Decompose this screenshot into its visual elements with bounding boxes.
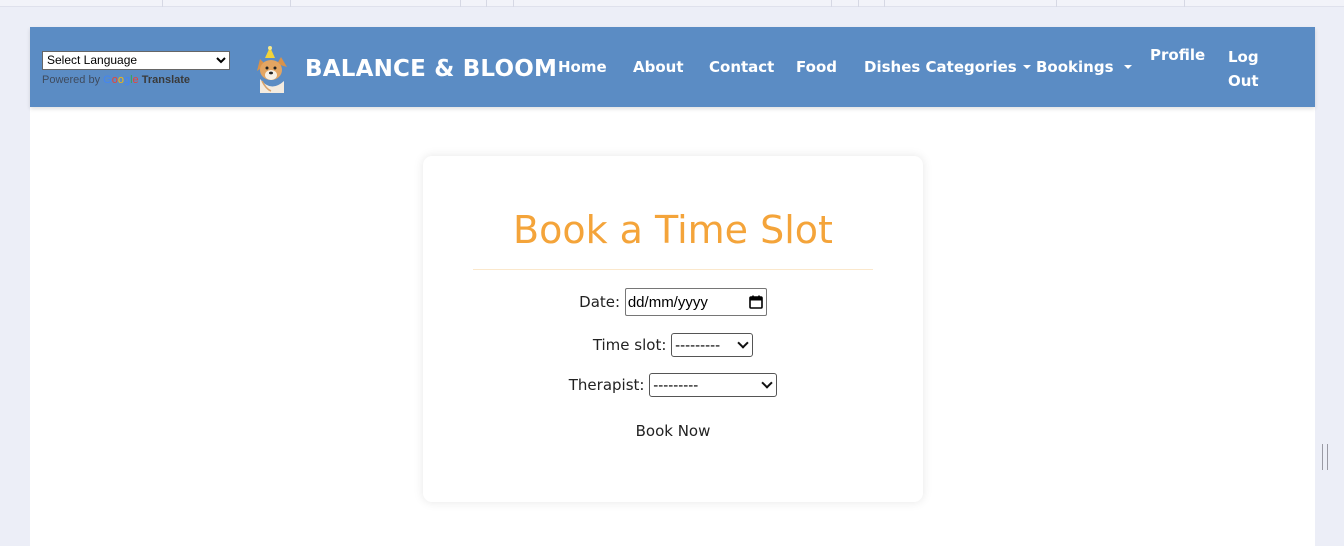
book-now-button[interactable]: Book Now [623, 422, 723, 440]
therapist-label: Therapist: [568, 376, 645, 394]
nav-contact[interactable]: Contact [709, 58, 774, 76]
page-title: Book a Time Slot [513, 208, 833, 252]
nav-dishes-categories-label: Dishes Categories [864, 58, 1017, 76]
nav-logout[interactable]: Log Out [1228, 45, 1268, 93]
calendar-icon[interactable] [749, 295, 763, 309]
page-container: Select Language Powered by Google Transl… [30, 27, 1315, 546]
caret-down-icon [1123, 65, 1132, 69]
nav-dishes-categories-dropdown[interactable]: Dishes Categories [864, 58, 1031, 76]
dog-logo-icon [257, 46, 287, 93]
scrollbar-handle[interactable] [1322, 444, 1328, 470]
google-logo-icon: Google [103, 73, 139, 86]
nav-food[interactable]: Food [796, 58, 837, 76]
therapist-select[interactable]: --------- [649, 373, 778, 397]
therapist-selected-value: --------- [653, 376, 699, 394]
therapist-row: Therapist: --------- [423, 373, 923, 397]
language-select[interactable]: Select Language [42, 50, 230, 70]
date-input[interactable]: dd/mm/yyyy [624, 288, 767, 316]
nav-profile[interactable]: Profile [1150, 46, 1205, 64]
google-translate-widget: Select Language Powered by Google Transl… [42, 49, 230, 86]
title-divider [473, 269, 873, 270]
brand-name: BALANCE & BLOOM [305, 56, 558, 82]
brand[interactable]: BALANCE & BLOOM [254, 45, 557, 93]
timeslot-row: Time slot: --------- [423, 333, 923, 357]
nav-home[interactable]: Home [558, 58, 607, 76]
chevron-down-icon [761, 377, 773, 389]
booking-card: Book a Time Slot Date: dd/mm/yyyy Time s… [423, 156, 923, 502]
powered-by-text: Powered by [42, 73, 101, 86]
caret-down-icon [1022, 65, 1031, 69]
logout-line-1: Log [1228, 48, 1259, 66]
nav-bookings-dropdown[interactable]: Bookings [1036, 58, 1132, 76]
date-row: Date: dd/mm/yyyy [423, 288, 923, 316]
timeslot-select[interactable]: --------- [671, 333, 754, 357]
timeslot-label: Time slot: [592, 336, 667, 354]
browser-top-strip [0, 0, 1344, 7]
timeslot-selected-value: --------- [675, 336, 721, 354]
logout-line-2: Out [1228, 72, 1259, 90]
nav-bookings-label: Bookings [1036, 58, 1114, 76]
navbar: Select Language Powered by Google Transl… [30, 27, 1315, 107]
nav-about[interactable]: About [633, 58, 684, 76]
date-placeholder: dd/mm/yyyy [627, 293, 708, 311]
date-label: Date: [579, 293, 621, 311]
translate-link[interactable]: Translate [142, 74, 190, 86]
powered-by-google: Powered by Google Translate [42, 74, 230, 86]
chevron-down-icon [737, 337, 749, 349]
